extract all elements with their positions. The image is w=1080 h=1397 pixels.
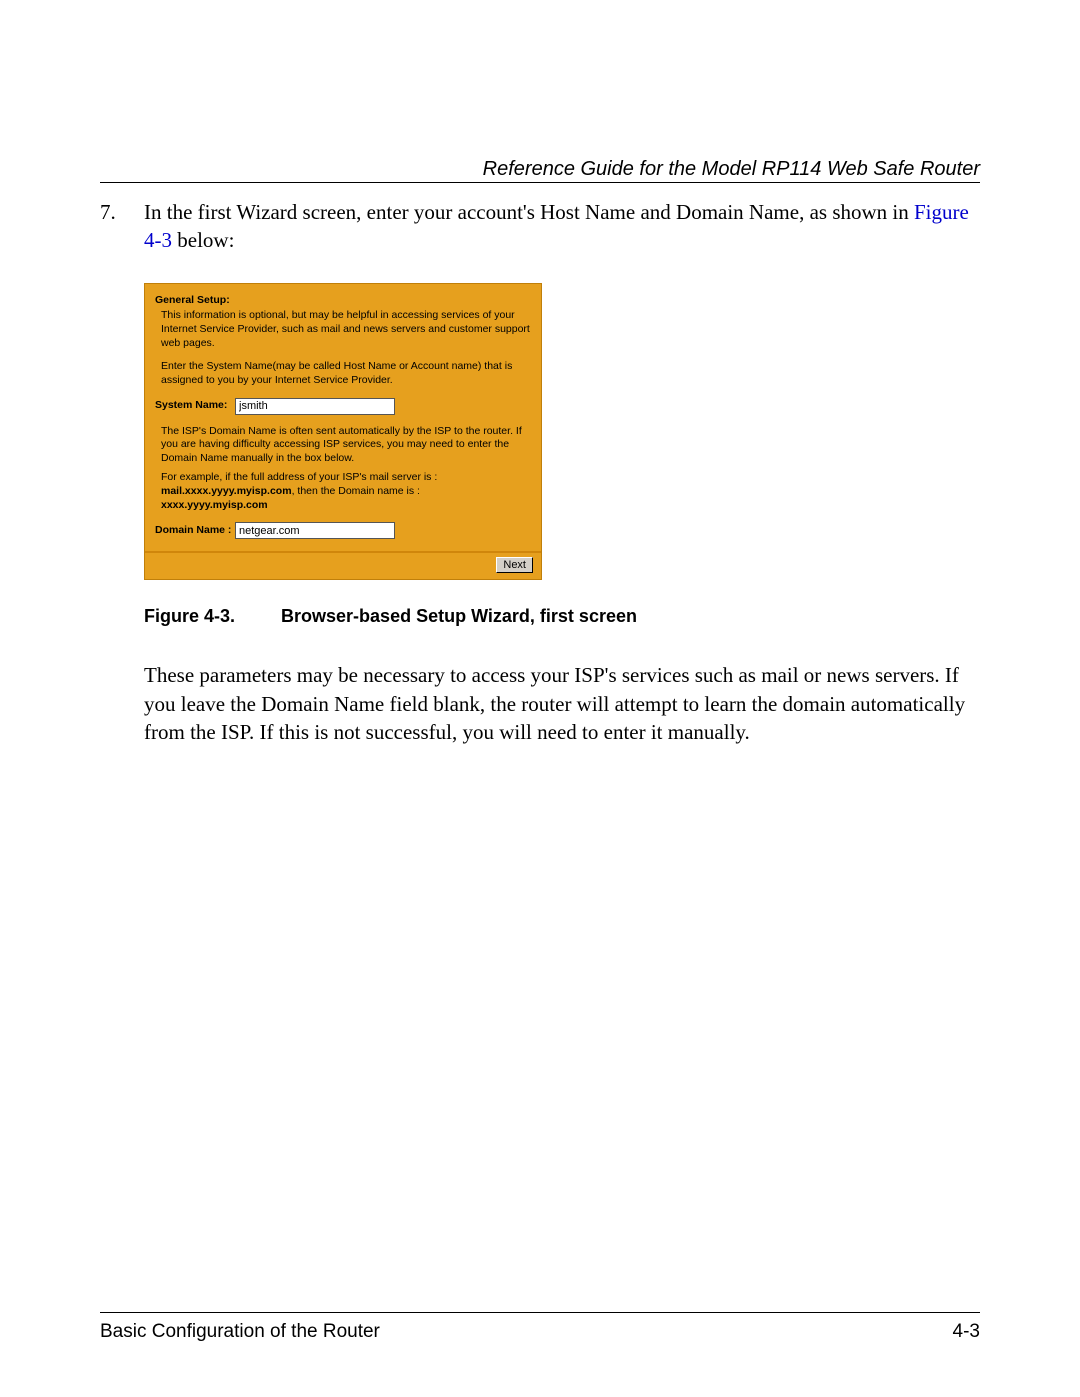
system-name-label: System Name: [155,399,235,413]
setup-wizard-panel: General Setup: This information is optio… [144,283,542,581]
footer-page-number: 4-3 [953,1321,980,1343]
page: Reference Guide for the Model RP114 Web … [0,0,1080,1397]
figure-caption: Figure 4-3. Browser-based Setup Wizard, f… [144,606,980,627]
wizard-button-bar: Next [145,551,541,579]
step-text: In the first Wizard screen, enter your a… [144,198,980,255]
step-text-before: In the first Wizard screen, enter your a… [144,200,914,224]
step-number: 7. [100,198,144,226]
step-text-after: below: [172,228,234,252]
example-domain: xxxx.yyyy.myisp.com [161,499,268,511]
example-mid: , then the Domain name is : [292,485,420,497]
system-name-help: Enter the System Name(may be called Host… [161,360,531,387]
setup-wizard-inner: General Setup: This information is optio… [145,284,541,552]
header-title: Reference Guide for the Model RP114 Web … [483,158,980,180]
domain-name-label: Domain Name : [155,524,235,538]
domain-name-help: The ISP's Domain Name is often sent auto… [161,425,531,466]
domain-name-row: Domain Name : [155,522,531,539]
example-mail-address: mail.xxxx.yyyy.myisp.com [161,485,292,497]
figure-caption-title: Browser-based Setup Wizard, first screen [281,606,637,626]
system-name-input[interactable] [235,398,395,415]
domain-name-input[interactable] [235,522,395,539]
page-body: 7. In the first Wizard screen, enter you… [100,198,980,746]
footer-rule [100,1312,980,1313]
step-7: 7. In the first Wizard screen, enter you… [100,198,980,255]
system-name-row: System Name: [155,398,531,415]
example-lead: For example, if the full address of your… [161,471,437,483]
general-setup-title: General Setup: [155,294,531,308]
page-header: Reference Guide for the Model RP114 Web … [100,158,980,181]
next-button[interactable]: Next [496,557,533,573]
figure-4-3: General Setup: This information is optio… [144,283,980,581]
general-setup-intro: This information is optional, but may be… [161,309,531,350]
domain-example: For example, if the full address of your… [161,471,531,512]
page-footer: Basic Configuration of the Router 4-3 [100,1321,980,1343]
followup-paragraph: These parameters may be necessary to acc… [144,661,980,746]
figure-caption-label: Figure 4-3. [144,606,235,626]
header-rule [100,182,980,183]
footer-section: Basic Configuration of the Router [100,1321,380,1343]
